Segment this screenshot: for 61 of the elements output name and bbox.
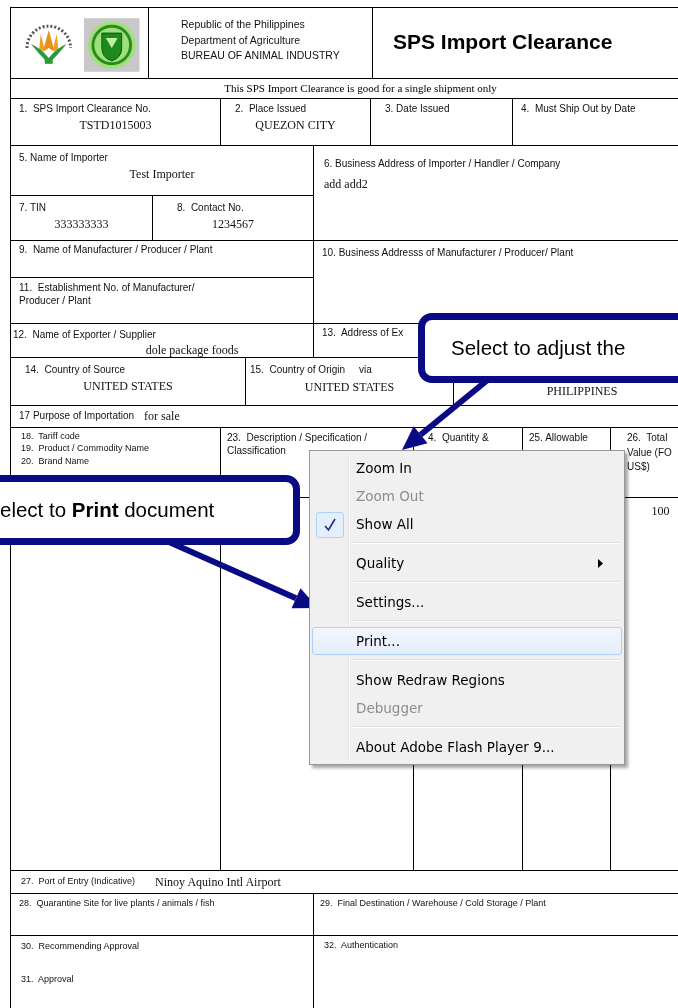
agency-name: Department of Agriculture [181,33,302,48]
menu-item[interactable]: Show Redraw Regions [312,666,622,694]
document-title: SPS Import Clearance [393,30,614,54]
field-label: 27. Port of Entry (Indicative) [21,876,136,888]
menu-item[interactable]: Settings... [312,588,622,616]
field-label: 29. Final Destination / Warehouse / Cold Storage / Plant [320,898,547,910]
field-label: 31. Approval [21,974,75,986]
column-header: 19. Product / Commodity Name [21,443,151,455]
column-header: 25. Allowable [529,432,589,445]
menu-item[interactable]: Show All [312,510,622,538]
field-value: QUEZON CITY [254,117,337,133]
field-label: 28. Quarantine Site for live plants / animals / fish [19,898,216,910]
column-header: US$) [627,461,651,474]
field-label: 6. Business Address of Importer / Handler / Company [324,158,562,171]
field-value: UNITED STATES [82,378,174,394]
agency-name: BUREAU OF ANIMAL INDUSTRY [181,49,341,63]
field-label: 10. Business Addresss of Manufacturer / Producer/ Plant [322,247,575,260]
field-value: for sale [144,409,180,424]
column-header: 23. Description / Specification / Classification [227,432,369,457]
column-header: Value (FO [627,446,673,459]
callout: Select to adjust the [418,313,678,383]
field-label: 9. Name of Manufacturer / Producer / Plant [19,244,214,257]
column-header: 26. Total [627,432,669,445]
field-value: Test Importer [128,166,196,182]
menu-item[interactable]: Print... [312,627,622,655]
field-label: 15. Country of Origin [250,364,346,377]
table-cell: 100 [651,504,670,519]
field-label: 1. SPS Import Clearance No. [19,103,152,116]
field-label: 5. Name of Importer [19,152,109,165]
field-value: 1234567 [211,216,255,232]
seal-icon [84,18,140,72]
field-label: 32. Authentication [324,940,400,952]
field-label: 4. Must Ship Out by Date [521,103,637,116]
field-label: 17 Purpose of Importation [19,410,135,423]
field-label: 8. Contact No. [176,202,245,215]
column-header: 4. Quantity & [428,432,490,445]
field-value: TSTD1015003 [78,117,153,133]
field-label: 30. Recommending Approval [21,941,141,953]
field-label: 14. Country of Source [25,364,127,377]
field-label: 13. Address of Ex [322,327,405,340]
field-value: 333333333 [53,216,110,232]
field-value: add add2 [324,176,369,192]
menu-item[interactable]: Zoom In [312,454,622,482]
field-label: 2. Place Issued [235,103,308,116]
field-label: 7. TIN [19,202,48,215]
field-value: PHILIPPINES [545,384,619,399]
form-note: This SPS Import Clearance is good for a single shipment only [223,82,498,94]
column-header: 20. Brand Name [21,455,91,467]
callout: elect to Print document [0,475,300,545]
field-label: 11. Establishment No. of Manufacturer/ Producer / Plant [19,282,196,307]
agency-name: Republic of the Philippines [181,18,306,32]
field-value: UNITED STATES [303,380,396,395]
submenu-arrow-icon [598,559,603,568]
menu-item[interactable]: Quality [312,549,622,577]
field-label: 3. Date Issued [385,103,451,116]
menu-item[interactable]: About Adobe Flash Player 9... [312,733,622,761]
field-label: 12. Name of Exporter / Supplier [13,329,157,342]
field-value: dole package foods [144,343,240,356]
column-header: 18. Tariff code [21,431,81,443]
field-value: Ninoy Aquino Intl Airport [155,874,281,890]
field-label: via [359,364,372,377]
